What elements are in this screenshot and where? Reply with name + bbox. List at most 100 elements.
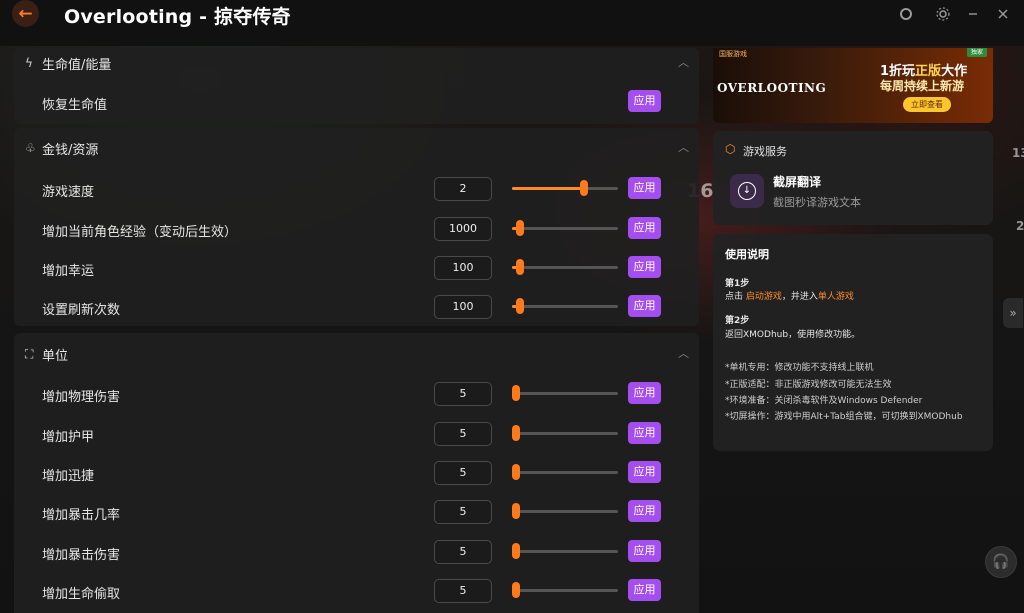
- apply-button[interactable]: 应用: [628, 540, 661, 562]
- cheat-row: 增加护甲 5 应用: [14, 417, 699, 451]
- value-input[interactable]: 2: [434, 177, 492, 201]
- cheat-row: 增加暴击几率 5 应用: [14, 495, 699, 529]
- cheat-row: 游戏速度 2 应用: [14, 172, 699, 206]
- section-units: ⛶ 单位 ︿ 增加物理伤害 5 应用 增加护甲 5 应用 增加迅捷 5 应用 增…: [14, 333, 699, 613]
- cheat-label: 增加生命偷取: [42, 587, 121, 602]
- slider-thumb[interactable]: [512, 385, 520, 401]
- value-input[interactable]: 5: [434, 382, 492, 406]
- cheat-label: 增加物理伤害: [42, 390, 121, 405]
- service-item-name[interactable]: 截屏翻译: [773, 173, 821, 190]
- value-input[interactable]: 5: [434, 500, 492, 524]
- apply-button[interactable]: 应用: [628, 217, 661, 239]
- cheat-row: 增加物理伤害 5 应用: [14, 377, 699, 411]
- chevron-up-icon[interactable]: ︿: [678, 139, 689, 155]
- usage-title: 使用说明: [725, 248, 769, 261]
- chevron-up-icon[interactable]: ︿: [678, 345, 689, 361]
- slider-thumb[interactable]: [512, 582, 520, 598]
- support-headset-button[interactable]: 🎧: [985, 546, 1017, 578]
- user-icon[interactable]: [898, 6, 914, 22]
- headset-icon: 🎧: [992, 554, 1010, 570]
- lightning-icon: ϟ: [25, 56, 33, 70]
- money-bag-icon: ♧: [25, 141, 36, 155]
- launch-game-link[interactable]: 启动游戏: [746, 292, 782, 302]
- value-slider[interactable]: [512, 503, 618, 519]
- value-input[interactable]: 5: [434, 461, 492, 485]
- apply-button[interactable]: 应用: [628, 382, 661, 404]
- cheat-row: 增加迅捷 5 应用: [14, 456, 699, 490]
- cheat-label: 增加暴击伤害: [42, 548, 121, 563]
- section-title: 金钱/资源: [42, 143, 99, 158]
- chevron-up-icon[interactable]: ︿: [678, 54, 689, 70]
- slider-fill: [512, 187, 584, 190]
- minimize-icon[interactable]: [965, 6, 981, 22]
- section-header[interactable]: ⛶ 单位 ︿: [14, 339, 699, 369]
- slider-thumb[interactable]: [516, 259, 524, 275]
- cheat-row: 设置刷新次数 100 应用: [14, 290, 699, 324]
- value-slider[interactable]: [512, 220, 618, 236]
- slider-thumb[interactable]: [512, 425, 520, 441]
- slider-thumb[interactable]: [516, 220, 524, 236]
- single-player-link[interactable]: 单人游戏: [818, 292, 854, 302]
- settings-gear-icon[interactable]: [935, 6, 951, 22]
- apply-button[interactable]: 应用: [628, 500, 661, 522]
- service-title: 游戏服务: [743, 145, 787, 158]
- promo-subline: 每周持续上新游: [880, 79, 965, 93]
- value-input[interactable]: 5: [434, 579, 492, 603]
- value-slider[interactable]: [512, 425, 618, 441]
- background-number-edge2: 2: [1016, 219, 1024, 233]
- publisher-label: 国服游戏: [719, 50, 747, 58]
- apply-button[interactable]: 应用: [628, 256, 661, 278]
- back-button[interactable]: ←: [12, 0, 39, 27]
- slider-thumb[interactable]: [512, 464, 520, 480]
- section-title: 生命值/能量: [42, 58, 112, 73]
- cheat-row: 增加幸运 100 应用: [14, 251, 699, 285]
- value-slider[interactable]: [512, 543, 618, 559]
- double-chevron-right-icon: »: [1009, 306, 1017, 320]
- value-slider[interactable]: [512, 180, 618, 196]
- apply-button[interactable]: 应用: [628, 177, 661, 199]
- slider-thumb[interactable]: [512, 543, 520, 559]
- value-slider[interactable]: [512, 582, 618, 598]
- game-logo: OVERLOOTING: [717, 81, 827, 95]
- value-input[interactable]: 5: [434, 422, 492, 446]
- screenshot-translate-icon[interactable]: ↓: [730, 174, 764, 208]
- section-header[interactable]: ♧ 金钱/资源 ︿: [14, 133, 699, 163]
- value-slider[interactable]: [512, 464, 618, 480]
- background-number-edge: 13: [1012, 146, 1024, 160]
- section-header[interactable]: ϟ 生命值/能量 ︿: [14, 48, 699, 78]
- value-slider[interactable]: [512, 385, 618, 401]
- close-icon[interactable]: [995, 6, 1011, 22]
- step2-title: 第2步: [725, 316, 750, 326]
- usage-note: *正版适配：非正版游戏修改可能无法生效: [725, 380, 892, 390]
- step2-text: 返回XMODhub，使用修改功能。: [725, 330, 861, 340]
- arrow-left-icon: ←: [18, 3, 33, 24]
- value-slider[interactable]: [512, 298, 618, 314]
- cheat-label: 设置刷新次数: [42, 303, 121, 318]
- service-item-desc: 截图秒译游戏文本: [773, 196, 861, 209]
- value-input[interactable]: 100: [434, 256, 492, 280]
- promo-banner[interactable]: 国服游戏 独家 OVERLOOTING 1折玩正版大作 每周持续上新游 立即查看: [713, 48, 993, 123]
- value-input[interactable]: 100: [434, 295, 492, 319]
- value-input[interactable]: 1000: [434, 217, 492, 241]
- slider-thumb[interactable]: [512, 503, 520, 519]
- step1-text: 点击 启动游戏，并进入单人游戏: [725, 292, 854, 302]
- expand-panel-button[interactable]: »: [1003, 298, 1023, 328]
- apply-button[interactable]: 应用: [628, 295, 661, 317]
- exclusive-tag: 独家: [966, 48, 987, 57]
- window-title: Overlooting - 掠夺传奇: [64, 6, 291, 28]
- apply-button[interactable]: 应用: [628, 461, 661, 483]
- slider-thumb[interactable]: [580, 180, 588, 196]
- slider-thumb[interactable]: [516, 298, 524, 314]
- usage-note: *切屏操作：游戏中用Alt+Tab组合键，可切换到XMODhub: [725, 412, 963, 422]
- value-input[interactable]: 5: [434, 540, 492, 564]
- apply-button[interactable]: 应用: [628, 90, 661, 112]
- usage-note: *单机专用：修改功能不支持线上联机: [725, 363, 874, 373]
- value-slider[interactable]: [512, 259, 618, 275]
- step1-title: 第1步: [725, 279, 750, 289]
- apply-button[interactable]: 应用: [628, 579, 661, 601]
- cheat-label: 增加迅捷: [42, 469, 95, 484]
- view-now-button[interactable]: 立即查看: [903, 97, 951, 112]
- cheat-row: 增加当前角色经验（变动后生效） 1000 应用: [14, 212, 699, 246]
- section-title: 单位: [42, 349, 69, 364]
- apply-button[interactable]: 应用: [628, 422, 661, 444]
